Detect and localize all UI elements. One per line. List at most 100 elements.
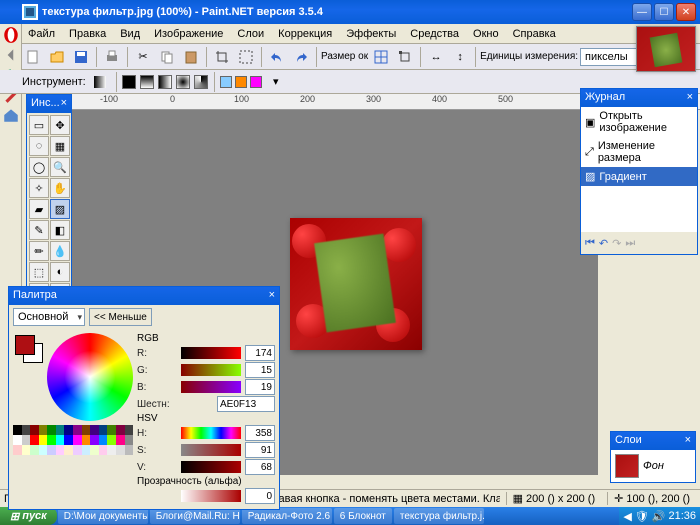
tool-indicator[interactable] [89, 71, 111, 93]
v-input[interactable] [245, 459, 275, 475]
history-item-gradient[interactable]: ▨Градиент [581, 167, 697, 186]
paste-button[interactable] [180, 46, 202, 68]
task-paintnet[interactable]: текстура фильтр.j... [394, 508, 484, 524]
tool-picker[interactable]: 💧 [50, 241, 70, 261]
rgb-heading: RGB [137, 333, 275, 344]
tray-icon[interactable]: 🔊 [652, 510, 666, 523]
print-button[interactable] [101, 46, 123, 68]
g-input[interactable] [245, 362, 275, 378]
canvas-size-button[interactable] [370, 46, 392, 68]
flipv-button[interactable]: ↕ [449, 46, 471, 68]
canvas-thumbnail[interactable] [636, 26, 696, 72]
menu-view[interactable]: Вид [114, 26, 146, 42]
tool-magic-wand[interactable]: ✧ [29, 178, 49, 198]
g-slider[interactable] [181, 364, 241, 376]
close-button[interactable]: ✕ [676, 3, 696, 21]
s-slider[interactable] [181, 444, 241, 456]
tool-gradient[interactable]: ▨ [50, 199, 70, 219]
open-button[interactable] [46, 46, 68, 68]
resize-button[interactable] [394, 46, 416, 68]
tool-brush[interactable]: ✎ [29, 220, 49, 240]
tool-zoom[interactable]: 🔍 [50, 157, 70, 177]
gradient-conical-icon[interactable] [194, 75, 208, 89]
tool-rect-select[interactable]: ▭ [29, 115, 49, 135]
menu-edit[interactable]: Правка [63, 26, 112, 42]
menu-effects[interactable]: Эффекты [340, 26, 402, 42]
gradient-linear-icon[interactable] [122, 75, 136, 89]
r-slider[interactable] [181, 347, 241, 359]
tool-eraser[interactable]: ◧ [50, 220, 70, 240]
image-icon: ▣ [585, 116, 595, 129]
h-slider[interactable] [181, 427, 241, 439]
history-undo-icon[interactable]: ↶ [599, 237, 608, 250]
tool-move-selection[interactable]: ▦ [50, 136, 70, 156]
palette-close-icon[interactable]: × [269, 289, 275, 303]
tray-icon[interactable]: 🛡 [635, 510, 649, 523]
menu-image[interactable]: Изображение [148, 26, 229, 42]
history-rewind-icon[interactable]: ⏮ [585, 237, 595, 250]
deselect-button[interactable] [235, 46, 257, 68]
tool-clone[interactable]: ⬚ [29, 262, 49, 282]
tool-recolor[interactable]: ◐ [50, 262, 70, 282]
tool-pencil[interactable]: ✏ [29, 241, 49, 261]
layer-row[interactable]: Фон [611, 450, 695, 482]
b-slider[interactable] [181, 381, 241, 393]
palette-less-button[interactable]: << Меньше [89, 308, 152, 326]
save-button[interactable] [70, 46, 92, 68]
tool-hand[interactable]: ✋ [50, 178, 70, 198]
color-a-icon[interactable] [220, 76, 232, 88]
back-icon[interactable] [2, 46, 20, 64]
gradient-linear2-icon[interactable] [140, 75, 154, 89]
tray-icon[interactable]: ◀ [623, 510, 631, 523]
h-input[interactable] [245, 425, 275, 441]
tool-move[interactable]: ✥ [50, 115, 70, 135]
color-mode-dropdown[interactable]: ▾ [265, 71, 287, 93]
primary-secondary-swatch[interactable] [15, 335, 43, 363]
new-button[interactable] [22, 46, 44, 68]
tool-ellipse-select[interactable]: ◯ [29, 157, 49, 177]
menu-file[interactable]: Файл [22, 26, 61, 42]
menu-adjust[interactable]: Коррекция [272, 26, 338, 42]
home-icon[interactable] [2, 106, 20, 124]
cut-button[interactable]: ✂ [132, 46, 154, 68]
gradient-icon: ▨ [585, 170, 595, 183]
crop-button[interactable] [211, 46, 233, 68]
color-c-icon[interactable] [250, 76, 262, 88]
undo-button[interactable] [266, 46, 288, 68]
tool-lasso[interactable]: ◌ [29, 136, 49, 156]
gradient-linear3-icon[interactable] [158, 75, 172, 89]
r-input[interactable] [245, 345, 275, 361]
palette-mode-combo[interactable]: Основной [13, 308, 85, 326]
menu-layers[interactable]: Слои [231, 26, 270, 42]
menu-window[interactable]: Окно [467, 26, 505, 42]
tool-fill[interactable]: ▰ [29, 199, 49, 219]
layers-close-icon[interactable]: × [685, 434, 691, 448]
task-explorer[interactable]: D:\Мои документы\... [58, 508, 148, 524]
task-notepad[interactable]: 6 Блокнот [334, 508, 392, 524]
hex-input[interactable] [217, 396, 275, 412]
history-item-open[interactable]: ▣Открыть изображение [581, 107, 697, 137]
s-input[interactable] [245, 442, 275, 458]
maximize-button[interactable]: ☐ [654, 3, 674, 21]
menu-help[interactable]: Справка [507, 26, 562, 42]
color-wheel[interactable] [47, 333, 133, 421]
alpha-slider[interactable] [181, 490, 241, 502]
copy-button[interactable] [156, 46, 178, 68]
history-item-resize[interactable]: ⤢Изменение размера [581, 137, 697, 167]
systray[interactable]: ◀ 🛡 🔊 21:36 [619, 507, 700, 525]
gradient-radial-icon[interactable] [176, 75, 190, 89]
color-b-icon[interactable] [235, 76, 247, 88]
redo-button[interactable] [290, 46, 312, 68]
b-input[interactable] [245, 379, 275, 395]
fliph-button[interactable]: ↔ [425, 46, 447, 68]
task-radikal[interactable]: Радикал-Фото 2.6 ... [242, 508, 332, 524]
toolbox-close-icon[interactable]: × [61, 97, 67, 111]
minimize-button[interactable]: — [632, 3, 652, 21]
task-mailru[interactable]: Блоги@Mail.Ru: Но... [150, 508, 240, 524]
alpha-input[interactable] [245, 488, 275, 504]
canvas-image[interactable] [290, 218, 422, 350]
menu-tools[interactable]: Средства [404, 26, 465, 42]
v-slider[interactable] [181, 461, 241, 473]
swatches[interactable] [13, 425, 133, 455]
history-close-icon[interactable]: × [687, 91, 693, 105]
